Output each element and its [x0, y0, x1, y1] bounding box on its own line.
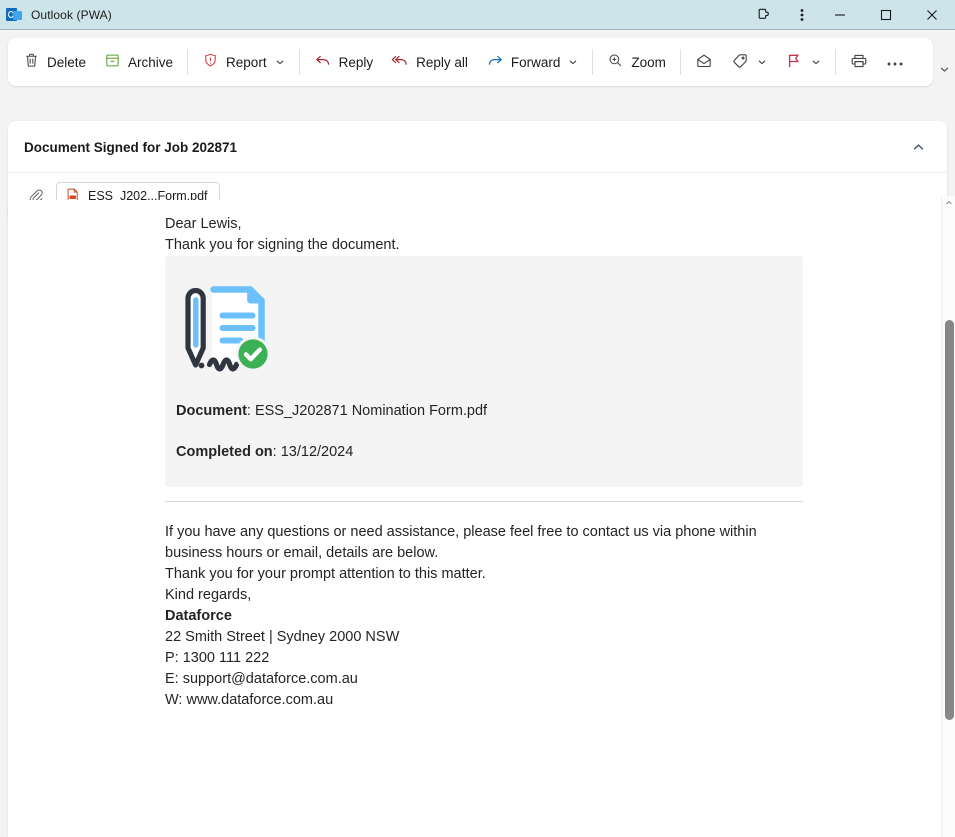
- window-titlebar: Outlook (PWA): [0, 0, 955, 30]
- toolbar-divider: [299, 49, 300, 75]
- zoom-label: Zoom: [631, 55, 666, 70]
- company-website: W: www.dataforce.com.au: [165, 690, 947, 711]
- assistance-text: If you have any questions or need assist…: [165, 522, 777, 564]
- reply-button[interactable]: Reply: [305, 45, 383, 79]
- company-phone: P: 1300 111 222: [165, 648, 947, 669]
- report-button[interactable]: Report: [193, 45, 294, 79]
- command-toolbar: Delete Archive Report: [8, 38, 933, 86]
- forward-label: Forward: [511, 55, 561, 70]
- close-icon[interactable]: [909, 0, 955, 30]
- more-options-icon: [886, 55, 904, 70]
- command-toolbar-area: Delete Archive Report: [0, 30, 955, 95]
- signed-document-pen-check-illustration: [176, 278, 803, 385]
- reply-all-button[interactable]: Reply all: [382, 45, 477, 79]
- toolbar-divider: [835, 49, 836, 75]
- archive-label: Archive: [128, 55, 173, 70]
- flag-icon: [785, 52, 803, 73]
- zoom-magnifier-icon: [607, 52, 624, 72]
- toolbar-overflow-chevron-icon[interactable]: [939, 62, 950, 80]
- greeting-text: Dear Lewis,: [165, 214, 947, 235]
- chevron-down-icon[interactable]: [811, 57, 821, 67]
- delete-label: Delete: [47, 55, 86, 70]
- reply-all-label: Reply all: [416, 55, 468, 70]
- vertical-scroll-thumb[interactable]: [945, 320, 954, 720]
- window-controls: [741, 0, 955, 30]
- mark-unread-button[interactable]: [686, 45, 722, 79]
- company-address: 22 Smith Street | Sydney 2000 NSW: [165, 627, 947, 648]
- forward-button[interactable]: Forward: [477, 45, 588, 79]
- chevron-down-icon[interactable]: [757, 57, 767, 67]
- message-body-pane: Dear Lewis, Thank you for signing the do…: [8, 200, 947, 837]
- document-summary-card: Document: ESS_J202871 Nomination Form.pd…: [165, 256, 803, 487]
- vertical-scrollbar[interactable]: [941, 196, 955, 837]
- subject-row: Document Signed for Job 202871: [8, 121, 947, 172]
- flag-button[interactable]: [776, 45, 830, 79]
- completed-on-line: Completed on: 13/12/2024: [176, 442, 803, 463]
- forward-arrow-icon: [486, 52, 504, 73]
- reply-arrow-icon: [314, 52, 332, 73]
- chevron-down-icon[interactable]: [568, 57, 578, 67]
- tag-button[interactable]: [722, 45, 776, 79]
- report-label: Report: [226, 55, 267, 70]
- report-shield-icon: [202, 52, 219, 72]
- archive-icon: [104, 52, 121, 72]
- scroll-up-arrow-icon[interactable]: [942, 196, 955, 210]
- document-value: : ESS_J202871 Nomination Form.pdf: [247, 403, 487, 419]
- toolbar-divider: [680, 49, 681, 75]
- company-email: E: support@dataforce.com.au: [165, 669, 947, 690]
- zoom-button[interactable]: Zoom: [598, 45, 675, 79]
- toolbar-divider: [187, 49, 188, 75]
- body-divider: [165, 501, 803, 502]
- message-body-content: Dear Lewis, Thank you for signing the do…: [8, 200, 947, 711]
- browser-menu-icon[interactable]: [787, 0, 817, 30]
- trash-icon: [23, 52, 40, 72]
- prompt-attention-text: Thank you for your prompt attention to t…: [165, 564, 947, 585]
- print-button[interactable]: [841, 45, 877, 79]
- company-name: Dataforce: [165, 606, 947, 627]
- outlook-icon: [6, 7, 22, 23]
- mark-unread-envelope-icon: [695, 52, 713, 73]
- archive-button[interactable]: Archive: [95, 45, 182, 79]
- page-title: Document Signed for Job 202871: [24, 140, 905, 155]
- completed-label: Completed on: [176, 444, 273, 460]
- chevron-up-icon[interactable]: [905, 134, 931, 160]
- minimize-icon[interactable]: [817, 0, 863, 30]
- reply-label: Reply: [339, 55, 374, 70]
- document-label: Document: [176, 403, 247, 419]
- completed-value: : 13/12/2024: [273, 444, 354, 460]
- tag-icon: [731, 52, 749, 73]
- maximize-icon[interactable]: [863, 0, 909, 30]
- sign-off-text: Kind regards,: [165, 585, 947, 606]
- toolbar-divider: [592, 49, 593, 75]
- delete-button[interactable]: Delete: [14, 45, 95, 79]
- extensions-puzzle-icon[interactable]: [741, 0, 787, 30]
- chevron-down-icon[interactable]: [275, 57, 285, 67]
- reply-all-arrow-icon: [391, 52, 409, 73]
- thanks-text: Thank you for signing the document.: [165, 235, 947, 256]
- window-title: Outlook (PWA): [31, 8, 112, 22]
- more-options-button[interactable]: [877, 45, 913, 79]
- document-name-line: Document: ESS_J202871 Nomination Form.pd…: [176, 401, 803, 422]
- print-icon: [850, 52, 868, 73]
